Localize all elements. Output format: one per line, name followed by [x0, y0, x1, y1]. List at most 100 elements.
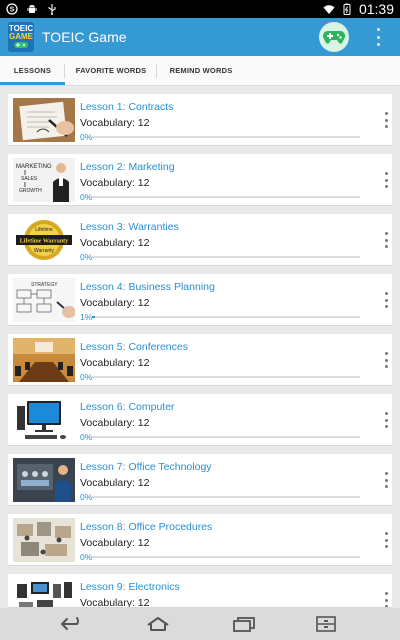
- progress-fill: [92, 316, 95, 318]
- progress-track: [92, 256, 360, 258]
- progress-track: [92, 316, 360, 318]
- usb-icon: [48, 4, 56, 15]
- lesson-card[interactable]: Lesson 7: Office Technology Vocabulary: …: [8, 454, 392, 506]
- thumb-text-sales: SALES: [21, 176, 38, 182]
- lesson-title: Lesson 2: Marketing: [80, 161, 175, 173]
- lesson-vocab: Vocabulary: 12: [80, 417, 150, 429]
- lesson-menu-icon[interactable]: [383, 172, 389, 188]
- lesson-progress: 0%: [80, 432, 360, 442]
- conference-room-icon: [13, 338, 75, 382]
- lesson-menu-icon[interactable]: [383, 412, 389, 428]
- more-vert-icon[interactable]: [372, 28, 384, 46]
- lesson-title: Lesson 1: Contracts: [80, 101, 174, 113]
- lesson-menu-icon[interactable]: [383, 232, 389, 248]
- lesson-menu-icon[interactable]: [383, 592, 389, 607]
- battery-icon: [343, 3, 351, 15]
- logo-gamepad-icon: [14, 42, 28, 48]
- menu-icon[interactable]: [312, 615, 340, 633]
- lesson-vocab: Vocabulary: 12: [80, 477, 150, 489]
- progress-label: 0%: [80, 432, 93, 442]
- lesson-progress: 0%: [80, 132, 360, 142]
- marketing-chalkboard-icon: MARKETING SALES GROWTH: [13, 158, 75, 202]
- action-bar: TOEIC GAME TOEIC Game: [0, 18, 400, 56]
- contract-signing-icon: [13, 98, 75, 142]
- progress-label: 0%: [80, 252, 93, 262]
- status-time: 01:39: [358, 1, 394, 17]
- lesson-card[interactable]: Lesson 9: Electronics Vocabulary: 12: [8, 574, 392, 608]
- progress-label: 0%: [80, 492, 93, 502]
- lesson-vocab: Vocabulary: 12: [80, 297, 150, 309]
- progress-track: [92, 556, 360, 558]
- thumb-text-marketing: MARKETING: [16, 164, 52, 170]
- progress-track: [92, 496, 360, 498]
- lesson-vocab: Vocabulary: 12: [80, 117, 150, 129]
- lesson-card[interactable]: STRATEGY Lesson 4: Business Planning Voc…: [8, 274, 392, 326]
- wifi-icon: [323, 5, 335, 14]
- office-procedures-icon: [13, 518, 75, 562]
- electronics-icon: [13, 578, 75, 607]
- home-icon[interactable]: [144, 615, 172, 633]
- thumb-text-growth: GROWTH: [19, 188, 42, 194]
- app-logo-line2: GAME: [9, 32, 33, 41]
- progress-label: 0%: [80, 132, 93, 142]
- lesson-progress: 1%: [80, 312, 360, 322]
- notification-s-icon: S: [6, 3, 18, 15]
- lesson-progress: 0%: [80, 552, 360, 562]
- thumb-text-warranty-bottom: Warranty: [34, 248, 55, 254]
- lesson-card[interactable]: Lesson 1: Contracts Vocabulary: 12 0%: [8, 94, 392, 146]
- desktop-computer-icon: [13, 398, 75, 442]
- navigation-bar: [0, 608, 400, 640]
- lesson-menu-icon[interactable]: [383, 472, 389, 488]
- app-logo: TOEIC GAME: [8, 22, 34, 52]
- warranty-badge-icon: Lifetime Lifetime Warranty Warranty: [13, 218, 75, 262]
- lesson-vocab: Vocabulary: 12: [80, 177, 150, 189]
- lesson-menu-icon[interactable]: [383, 112, 389, 128]
- progress-track: [92, 436, 360, 438]
- lesson-menu-icon[interactable]: [383, 352, 389, 368]
- game-button[interactable]: [319, 22, 349, 52]
- progress-label: 1%: [80, 312, 93, 322]
- lesson-title: Lesson 9: Electronics: [80, 581, 180, 593]
- gamepad-icon: [323, 31, 345, 44]
- lesson-card[interactable]: Lesson 6: Computer Vocabulary: 12 0%: [8, 394, 392, 446]
- lesson-vocab: Vocabulary: 12: [80, 237, 150, 249]
- lesson-title: Lesson 4: Business Planning: [80, 281, 215, 293]
- lesson-menu-icon[interactable]: [383, 292, 389, 308]
- lesson-vocab: Vocabulary: 12: [80, 357, 150, 369]
- lesson-progress: 0%: [80, 492, 360, 502]
- lesson-progress: 0%: [80, 372, 360, 382]
- lesson-card[interactable]: MARKETING SALES GROWTH Lesson 2: Marketing…: [8, 154, 392, 206]
- app-title: TOEIC Game: [42, 29, 127, 45]
- tab-favorite-words[interactable]: FAVORITE WORDS: [65, 56, 157, 85]
- svg-text:S: S: [10, 7, 15, 14]
- lesson-title: Lesson 6: Computer: [80, 401, 175, 413]
- planning-diagram-icon: STRATEGY: [13, 278, 75, 322]
- progress-track: [92, 136, 360, 138]
- lesson-card[interactable]: Lesson 8: Office Procedures Vocabulary: …: [8, 514, 392, 566]
- lesson-progress: 0%: [80, 252, 360, 262]
- thumb-text-lifetime-top: Lifetime: [35, 227, 53, 233]
- office-technology-icon: [13, 458, 75, 502]
- tab-remind-words-label: REMIND WORDS: [169, 66, 233, 75]
- tab-bar: LESSONS FAVORITE WORDS REMIND WORDS: [0, 56, 400, 86]
- lesson-card[interactable]: Lesson 5: Conferences Vocabulary: 12 0%: [8, 334, 392, 386]
- android-icon: [27, 5, 37, 13]
- thumb-text-lifetime-warranty: Lifetime Warranty: [20, 239, 68, 245]
- tab-lessons[interactable]: LESSONS: [0, 56, 65, 85]
- lesson-vocab: Vocabulary: 12: [80, 537, 150, 549]
- lesson-menu-icon[interactable]: [383, 532, 389, 548]
- recent-apps-icon[interactable]: [230, 615, 258, 633]
- tab-remind-words[interactable]: REMIND WORDS: [157, 56, 245, 85]
- thumb-text-strategy: STRATEGY: [31, 282, 58, 288]
- tab-favorite-words-label: FAVORITE WORDS: [75, 66, 147, 75]
- tab-lessons-label: LESSONS: [13, 66, 52, 75]
- progress-label: 0%: [80, 192, 93, 202]
- progress-track: [92, 376, 360, 378]
- lesson-progress: 0%: [80, 192, 360, 202]
- status-bar: S 01:39: [0, 0, 400, 18]
- lesson-vocab: Vocabulary: 12: [80, 597, 150, 608]
- lesson-title: Lesson 7: Office Technology: [80, 461, 212, 473]
- lesson-card[interactable]: Lifetime Lifetime Warranty Warranty Lesson…: [8, 214, 392, 266]
- progress-label: 0%: [80, 372, 93, 382]
- back-icon[interactable]: [58, 615, 86, 633]
